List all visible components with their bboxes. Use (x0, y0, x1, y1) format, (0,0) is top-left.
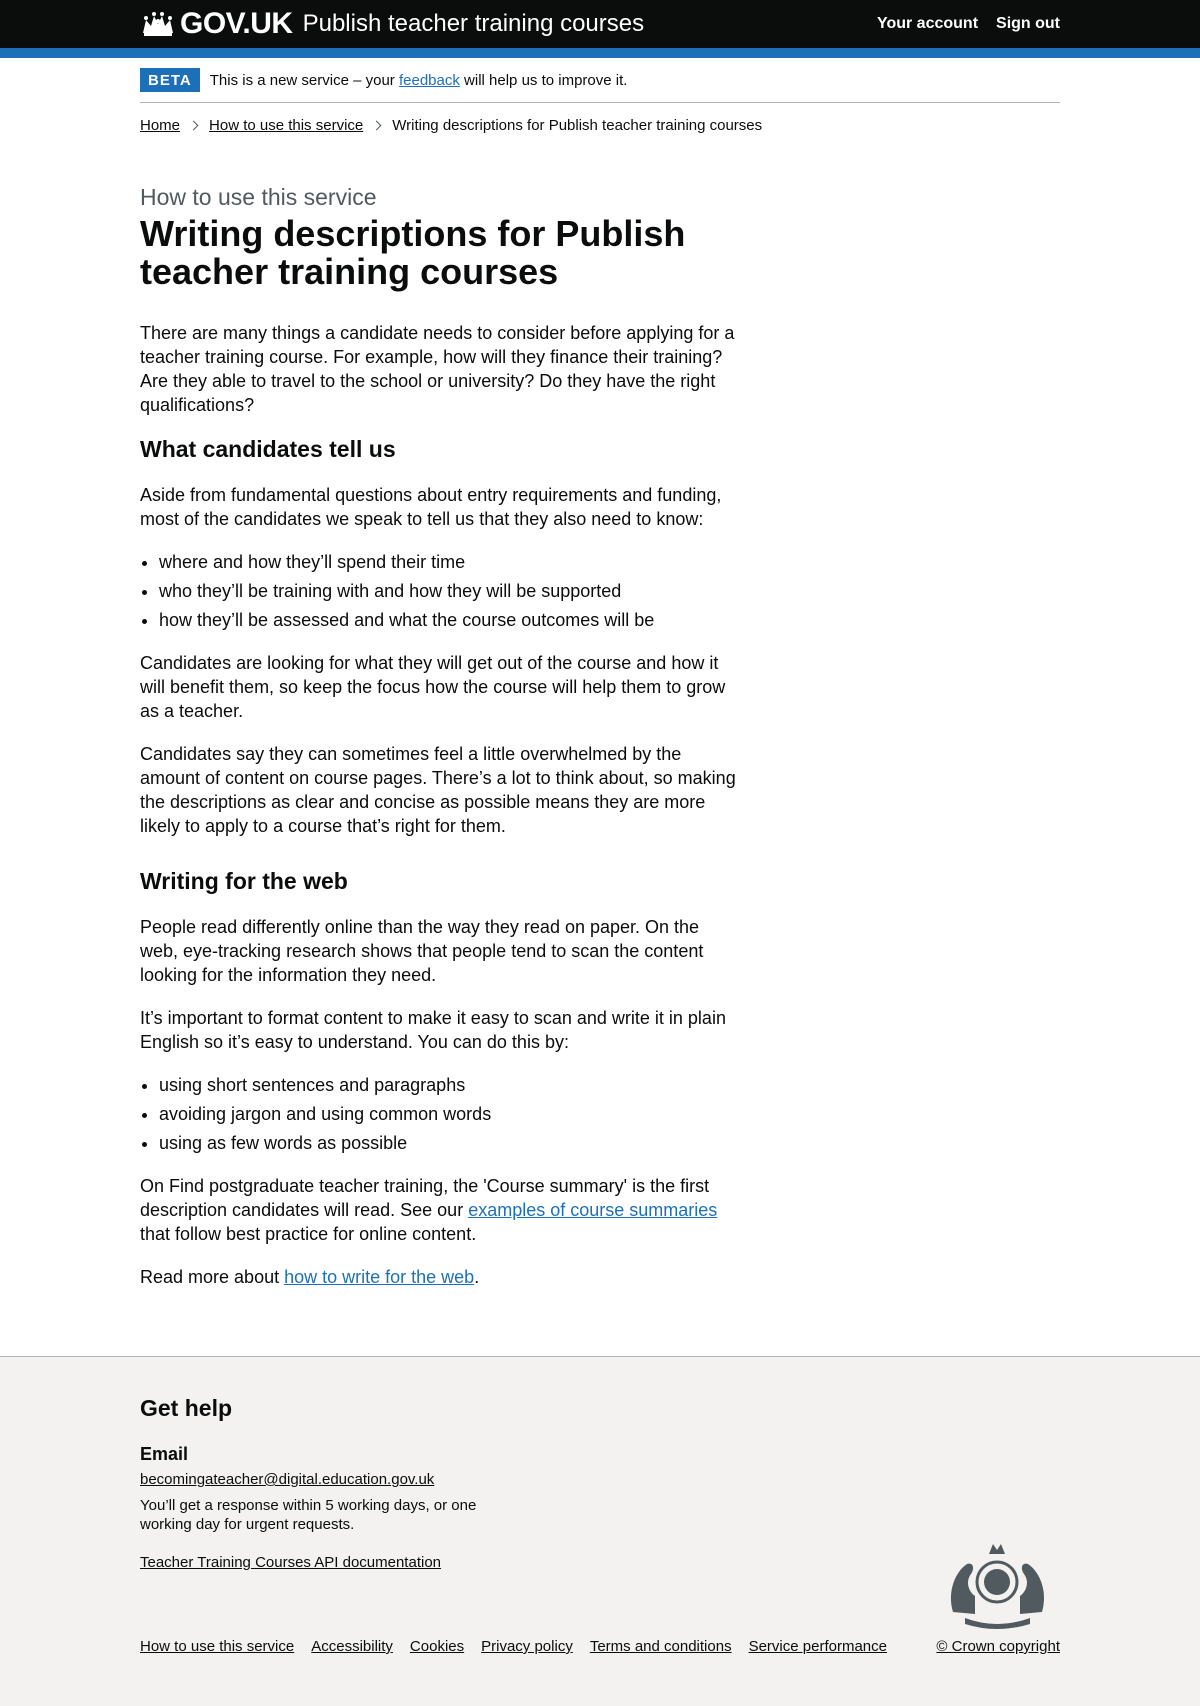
breadcrumb-home[interactable]: Home (140, 117, 180, 134)
breadcrumb: Home How to use this service Writing des… (140, 117, 1060, 134)
read-more-end: . (474, 1267, 480, 1287)
footer-link-how-to[interactable]: How to use this service (140, 1638, 294, 1655)
footer-link-privacy[interactable]: Privacy policy (481, 1638, 573, 1655)
beta-tag: BETA (140, 68, 200, 92)
paragraph: Candidates are looking for what they wil… (140, 653, 726, 721)
candidates-list: where and how they’ll spend their time w… (159, 550, 740, 632)
phase-banner-text: This is a new service – your feedback wi… (210, 72, 628, 89)
breadcrumb-current: Writing descriptions for Publish teacher… (392, 117, 763, 134)
crown-icon (143, 12, 173, 36)
api-documentation-link[interactable]: Teacher Training Courses API documentati… (140, 1554, 441, 1571)
crown-copyright-link[interactable]: © Crown copyright (936, 1638, 1060, 1655)
chevron-right-icon (188, 120, 199, 131)
footer-link-accessibility[interactable]: Accessibility (311, 1638, 393, 1655)
list-item: using short sentences and paragraphs (159, 1073, 740, 1097)
list-item: avoiding jargon and using common words (159, 1102, 740, 1126)
list-item: where and how they’ll spend their time (159, 550, 740, 574)
course-summary-text-after: that follow best practice for online con… (140, 1224, 477, 1244)
response-time-text: You’ll get a response within 5 working d… (140, 1497, 477, 1533)
govuk-logo[interactable]: GOV.UK Publish teacher training courses (140, 7, 644, 41)
read-more-text: Read more about (140, 1267, 285, 1287)
list-item: how they’ll be assessed and what the cou… (159, 608, 740, 632)
royal-coat-of-arms-icon (950, 1544, 1045, 1629)
service-name[interactable]: Publish teacher training courses (303, 10, 645, 38)
footer-link-terms[interactable]: Terms and conditions (590, 1638, 732, 1655)
header-nav: Your account Sign out (877, 15, 1060, 33)
site-header: GOV.UK Publish teacher training courses … (0, 0, 1200, 58)
phase-text-after: will help us to improve it. (459, 71, 628, 89)
footer-links: How to use this service Accessibility Co… (140, 1638, 887, 1655)
write-for-web-link[interactable]: how to write for the web (284, 1267, 474, 1287)
paragraph: People read differently online than the … (140, 917, 704, 985)
paragraph: Candidates say they can sometimes feel a… (140, 744, 736, 836)
list-item: using as few words as possible (159, 1131, 740, 1155)
list-item: who they’ll be training with and how the… (159, 579, 740, 603)
section-heading-web: Writing for the web (140, 868, 348, 894)
paragraph: Aside from fundamental questions about e… (140, 485, 722, 529)
footer-link-cookies[interactable]: Cookies (410, 1638, 464, 1655)
phase-text-before: This is a new service – your (209, 71, 399, 89)
page-caption: How to use this service (140, 184, 377, 210)
intro-paragraph: There are many things a candidate needs … (140, 323, 735, 415)
paragraph: Read more about how to write for the web… (140, 1265, 740, 1289)
section-heading-candidates: What candidates tell us (140, 436, 396, 462)
main-content: How to use this service Writing descript… (140, 134, 740, 1289)
support-email-link[interactable]: becomingateacher@digital.education.gov.u… (140, 1471, 1060, 1488)
feedback-link[interactable]: feedback (399, 72, 460, 89)
sign-out-link[interactable]: Sign out (996, 15, 1060, 33)
govuk-logotype: GOV.UK (180, 7, 293, 40)
writing-tips-list: using short sentences and paragraphs avo… (159, 1073, 740, 1155)
your-account-link[interactable]: Your account (877, 15, 978, 33)
footer-link-performance[interactable]: Service performance (749, 1638, 887, 1655)
course-summaries-link[interactable]: examples of course summaries (468, 1200, 717, 1220)
paragraph: It’s important to format content to make… (140, 1008, 726, 1052)
page-title: Writing descriptions for Publish teacher… (140, 213, 686, 292)
footer-heading: Get help (140, 1395, 233, 1421)
paragraph: On Find postgraduate teacher training, t… (140, 1174, 740, 1246)
breadcrumb-how-to[interactable]: How to use this service (209, 117, 363, 134)
email-label: Email (140, 1444, 189, 1464)
chevron-right-icon (371, 120, 382, 131)
site-footer: Get help Email becomingateacher@digital.… (0, 1356, 1200, 1706)
phase-banner: BETA This is a new service – your feedba… (140, 58, 1060, 103)
